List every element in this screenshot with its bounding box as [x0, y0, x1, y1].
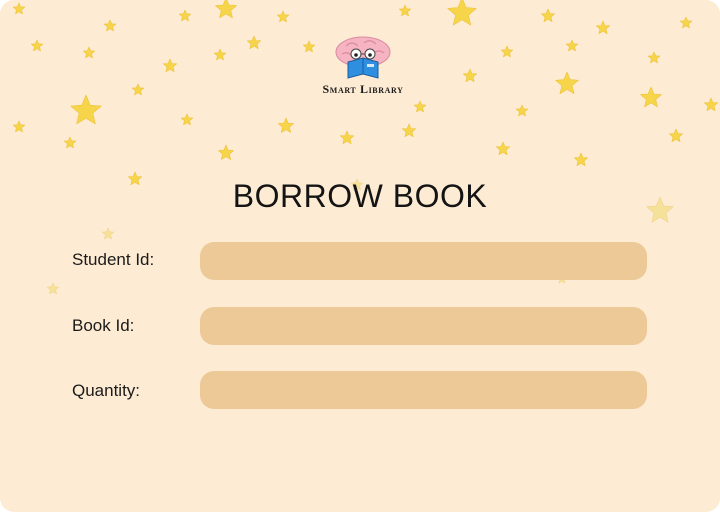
star-icon [516, 104, 528, 117]
star-icon [574, 152, 588, 166]
star-icon [669, 128, 683, 142]
star-icon [179, 9, 191, 22]
star-icon [340, 130, 354, 144]
star-icon [447, 0, 477, 26]
student-id-label: Student Id: [72, 250, 155, 269]
star-icon [70, 94, 102, 125]
star-icon [680, 16, 692, 29]
smart-library-logo: Smart Library [308, 34, 418, 98]
star-icon [541, 8, 555, 22]
star-icon [640, 86, 662, 108]
star-icon [47, 282, 59, 295]
star-icon [102, 227, 114, 240]
brain-reading-book-icon [335, 36, 391, 79]
star-icon [104, 19, 116, 32]
star-icon [646, 196, 674, 223]
book-id-input[interactable] [200, 307, 647, 345]
star-icon [13, 120, 25, 133]
star-icon [163, 58, 177, 72]
star-icon [501, 45, 513, 58]
star-icon [215, 0, 237, 19]
star-icon [463, 68, 477, 82]
quantity-input[interactable] [200, 371, 647, 409]
star-icon [496, 141, 510, 155]
star-icon [414, 100, 426, 113]
star-icon [648, 51, 660, 64]
star-icon [64, 136, 76, 149]
star-icon [402, 123, 416, 137]
star-icon [566, 39, 578, 52]
student-id-input[interactable] [200, 242, 647, 280]
star-icon [555, 71, 579, 94]
star-icon [278, 117, 294, 133]
star-icon [13, 2, 25, 15]
star-icon [214, 48, 226, 61]
star-icon [704, 97, 718, 111]
quantity-label: Quantity: [72, 381, 141, 400]
star-icon [31, 39, 43, 52]
star-icon [218, 144, 234, 160]
star-icon [132, 83, 144, 96]
star-icon [83, 46, 95, 59]
star-icon [181, 113, 193, 126]
brand-name: Smart Library [322, 82, 404, 96]
star-icon [128, 171, 142, 185]
book-id-label: Book Id: [72, 316, 135, 335]
page-title: BORROW BOOK [232, 178, 488, 214]
star-icon [277, 10, 289, 23]
star-icon [247, 35, 261, 49]
star-icon [596, 20, 610, 34]
star-icon [399, 4, 411, 17]
borrow-book-card: Smart Library BORROW BOOK Student Id: Bo… [0, 0, 720, 512]
